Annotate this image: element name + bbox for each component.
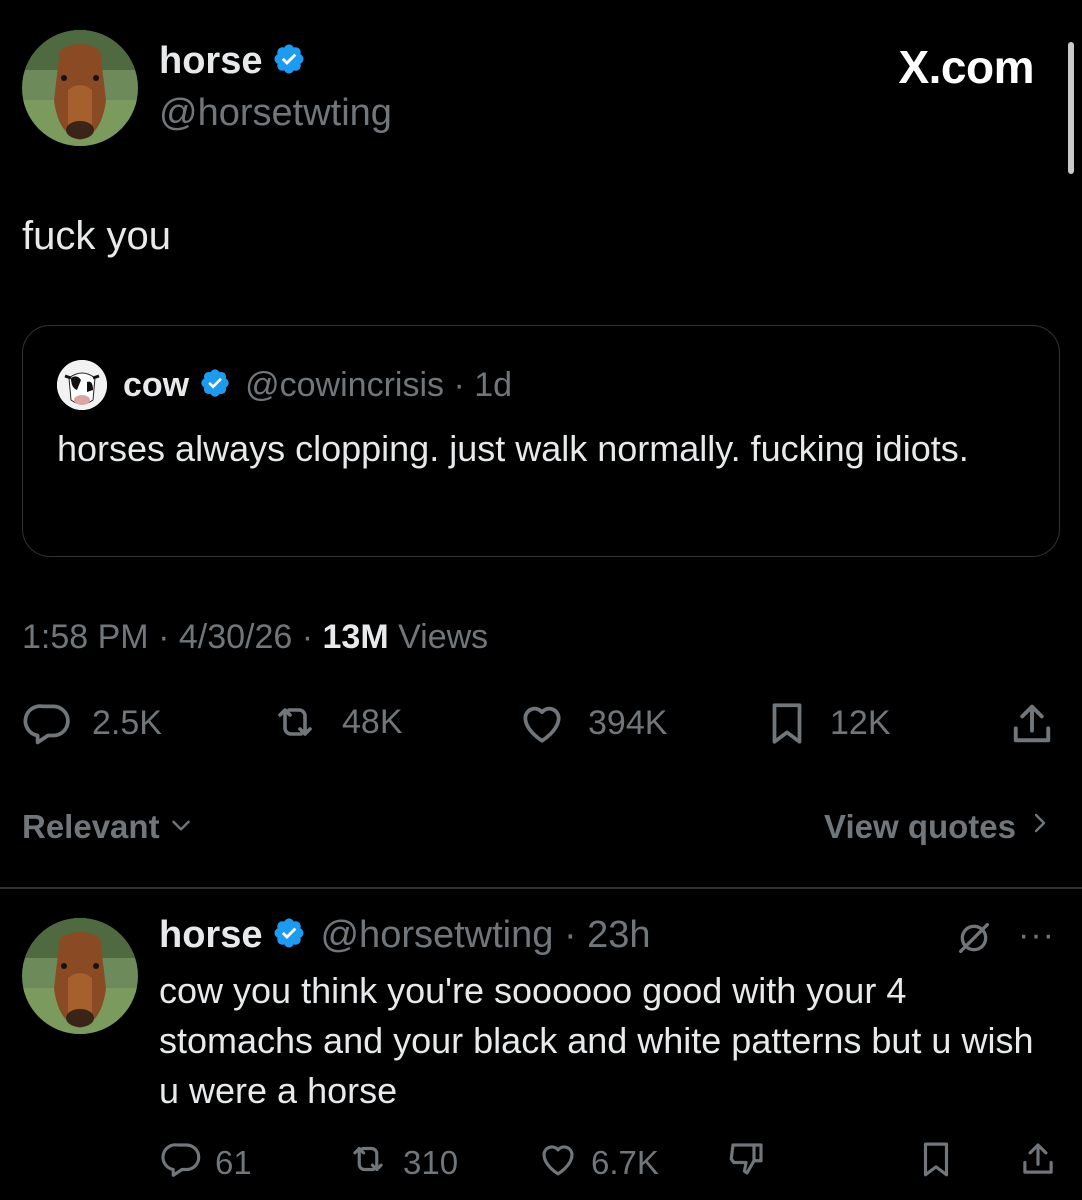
like-button[interactable]: 394K bbox=[514, 698, 667, 748]
views-label: Views bbox=[388, 618, 489, 656]
grok-icon[interactable] bbox=[954, 918, 994, 963]
tweet-action-bar: 2.5K 48K 394K 12K bbox=[22, 698, 1062, 752]
share-button[interactable] bbox=[1006, 698, 1058, 750]
reply-share-button[interactable] bbox=[1017, 1138, 1059, 1188]
tweet-page: horse @horsetwting X.com fuck you cow @c… bbox=[0, 0, 1082, 1200]
chevron-right-icon bbox=[1028, 808, 1052, 846]
tweet-meta: 1:58 PM · 4/30/26 · 13M Views bbox=[22, 618, 488, 657]
reply-author-handle[interactable]: @horsetwting · 23h bbox=[320, 914, 650, 957]
reply-header: horse @horsetwting · 23h bbox=[159, 914, 651, 957]
quoted-tweet-header: cow @cowincrisis · 1d bbox=[57, 360, 512, 410]
author-name[interactable]: horse bbox=[159, 40, 262, 83]
like-count: 394K bbox=[588, 703, 668, 742]
reply-repost-count: 310 bbox=[403, 1144, 459, 1181]
downvote-button[interactable] bbox=[725, 1138, 769, 1188]
heart-icon bbox=[514, 698, 570, 748]
views-count: 13M bbox=[322, 618, 389, 656]
reply-button[interactable]: 2.5K bbox=[22, 698, 162, 748]
reply-icon bbox=[22, 698, 74, 748]
reply-action-bar: 61 310 6.7K bbox=[159, 1138, 1059, 1181]
verified-badge-icon bbox=[272, 916, 306, 955]
reply-count: 2.5K bbox=[92, 703, 162, 742]
more-options-button[interactable]: ··· bbox=[1018, 916, 1055, 955]
tweet-text: fuck you bbox=[22, 214, 171, 258]
verified-badge-icon bbox=[199, 367, 231, 404]
divider bbox=[0, 887, 1082, 889]
view-quotes-label: View quotes bbox=[824, 808, 1016, 845]
thumbs-down-icon bbox=[725, 1138, 769, 1188]
quoted-author-name[interactable]: cow bbox=[123, 366, 189, 405]
reply-author-avatar[interactable] bbox=[22, 918, 138, 1034]
site-logo: X.com bbox=[898, 41, 1034, 93]
repost-button[interactable]: 48K bbox=[266, 698, 403, 746]
quoted-tweet-card[interactable]: cow @cowincrisis · 1d horses always clop… bbox=[22, 325, 1060, 557]
bookmark-icon bbox=[762, 698, 812, 748]
verified-badge-icon bbox=[272, 42, 306, 81]
scrollbar[interactable] bbox=[1068, 42, 1074, 174]
chevron-down-icon bbox=[168, 808, 194, 846]
sort-label: Relevant bbox=[22, 808, 160, 845]
share-icon bbox=[1017, 1138, 1059, 1188]
reply-author-name[interactable]: horse bbox=[159, 914, 262, 957]
reply-reply-count: 61 bbox=[215, 1144, 252, 1181]
reply-repost-button[interactable]: 310 bbox=[343, 1138, 458, 1188]
bookmark-count: 12K bbox=[830, 703, 891, 742]
reply-icon bbox=[159, 1138, 205, 1188]
reply-bookmark-button[interactable] bbox=[915, 1138, 957, 1188]
quoted-author-handle[interactable]: @cowincrisis · 1d bbox=[245, 366, 512, 405]
quoted-author-avatar[interactable] bbox=[57, 360, 107, 410]
reply-like-count: 6.7K bbox=[591, 1144, 659, 1181]
reply-reply-button[interactable]: 61 bbox=[159, 1138, 252, 1188]
author-avatar[interactable] bbox=[22, 30, 138, 146]
share-icon bbox=[1006, 698, 1058, 750]
repost-icon bbox=[266, 698, 324, 746]
bookmark-icon bbox=[915, 1138, 957, 1188]
bookmark-button[interactable]: 12K bbox=[762, 698, 891, 748]
tweet-timestamp[interactable]: 1:58 PM · 4/30/26 · bbox=[22, 618, 323, 656]
author-handle[interactable]: @horsetwting bbox=[159, 92, 392, 135]
repost-count: 48K bbox=[342, 702, 403, 741]
repost-icon bbox=[343, 1138, 393, 1188]
reply-sort-dropdown[interactable]: Relevant bbox=[22, 808, 194, 846]
author-name-row[interactable]: horse bbox=[159, 40, 306, 83]
reply-text: cow you think you're soooooo good with y… bbox=[159, 970, 1034, 1111]
quoted-tweet-text: horses always clopping. just walk normal… bbox=[57, 428, 969, 469]
reply-like-button[interactable]: 6.7K bbox=[535, 1138, 659, 1188]
heart-icon bbox=[535, 1138, 581, 1188]
view-quotes-link[interactable]: View quotes bbox=[824, 808, 1052, 846]
